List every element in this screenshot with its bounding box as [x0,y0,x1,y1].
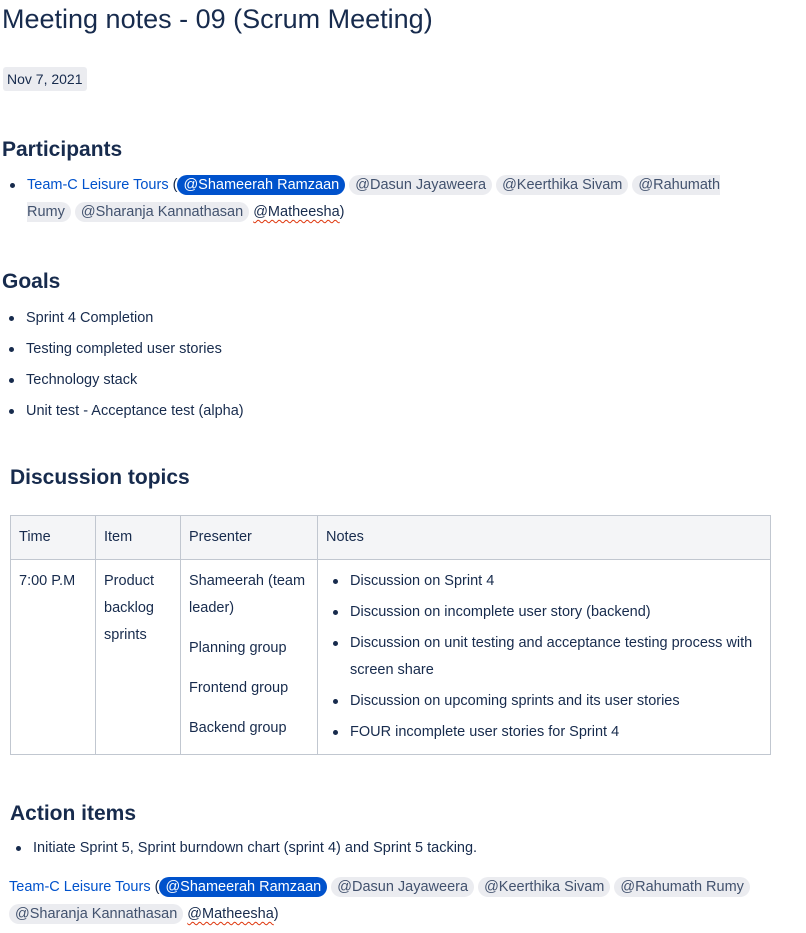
mention-rahumath[interactable]: @Rahumath Rumy [614,877,750,897]
column-header-time: Time [10,515,96,560]
note-item: FOUR incomplete user stories for Sprint … [326,719,762,746]
note-item: Discussion on Sprint 4 [326,568,762,595]
goal-item: Sprint 4 Completion [2,305,244,332]
mention-shameerah[interactable]: @Shameerah Ramzaan [177,175,346,195]
note-item: Discussion on upcoming sprints and its u… [326,688,762,715]
note-item: Discussion on incomplete user story (bac… [326,599,762,626]
cell-presenter: Shameerah (team leader) Planning group F… [180,559,318,755]
team-link[interactable]: Team-C Leisure Tours [27,177,169,193]
cell-time: 7:00 P.M [10,559,96,755]
presenter-backend: Backend group [189,720,287,736]
mention-matheesha[interactable]: @Matheesha [253,202,339,222]
discussion-table: Time Item Presenter Notes 7:00 P.M Produ… [10,515,771,755]
mention-shameerah[interactable]: @Shameerah Ramzaan [159,877,328,897]
action-participants: Team-C Leisure Tours (@Shameerah Ramzaan… [9,874,769,928]
action-item: Initiate Sprint 5, Sprint burndown chart… [9,835,477,862]
column-header-notes: Notes [317,515,771,560]
presenter-team-leader: Shameerah (team leader) [189,573,306,616]
mention-sharanja[interactable]: @Sharanja Kannathasan [9,904,184,924]
mention-keerthika[interactable]: @Keerthika Sivam [496,175,629,195]
mention-dasun[interactable]: @Dasun Jayaweera [349,175,493,195]
column-header-presenter: Presenter [180,515,318,560]
presenter-planning: Planning group [189,640,287,656]
action-items-list: Initiate Sprint 5, Sprint burndown chart… [9,835,477,862]
column-header-item: Item [95,515,181,560]
discussion-heading: Discussion topics [10,466,190,489]
team-link[interactable]: Team-C Leisure Tours [9,879,151,895]
date-lozenge[interactable]: Nov 7, 2021 [3,67,87,91]
cell-notes: Discussion on Sprint 4 Discussion on inc… [317,559,771,755]
mention-keerthika[interactable]: @Keerthika Sivam [478,877,611,897]
mention-matheesha[interactable]: @Matheesha [187,904,273,924]
close-paren: ) [339,204,345,220]
note-item: Discussion on unit testing and acceptanc… [326,630,762,684]
presenter-frontend: Frontend group [189,680,289,696]
goal-item: Technology stack [2,367,244,394]
participants-item: Team-C Leisure Tours (@Shameerah Ramzaan… [3,172,763,226]
table-header-row: Time Item Presenter Notes [10,515,771,560]
notes-list: Discussion on Sprint 4 Discussion on inc… [326,568,762,746]
goal-item: Testing completed user stories [2,336,244,363]
action-items-heading: Action items [10,802,137,825]
mention-dasun[interactable]: @Dasun Jayaweera [331,877,475,897]
goals-list: Sprint 4 Completion Testing completed us… [2,305,244,425]
goal-item: Unit test - Acceptance test (alpha) [2,398,244,425]
participants-heading: Participants [2,138,123,161]
participants-list: Team-C Leisure Tours (@Shameerah Ramzaan… [3,172,763,226]
table-row: 7:00 P.M Product backlog sprints Shameer… [10,559,771,755]
mention-sharanja[interactable]: @Sharanja Kannathasan [74,202,250,222]
page-title: Meeting notes - 09 (Scrum Meeting) [2,4,433,34]
close-paren: ) [273,906,279,922]
cell-item: Product backlog sprints [95,559,181,755]
goals-heading: Goals [2,270,61,293]
